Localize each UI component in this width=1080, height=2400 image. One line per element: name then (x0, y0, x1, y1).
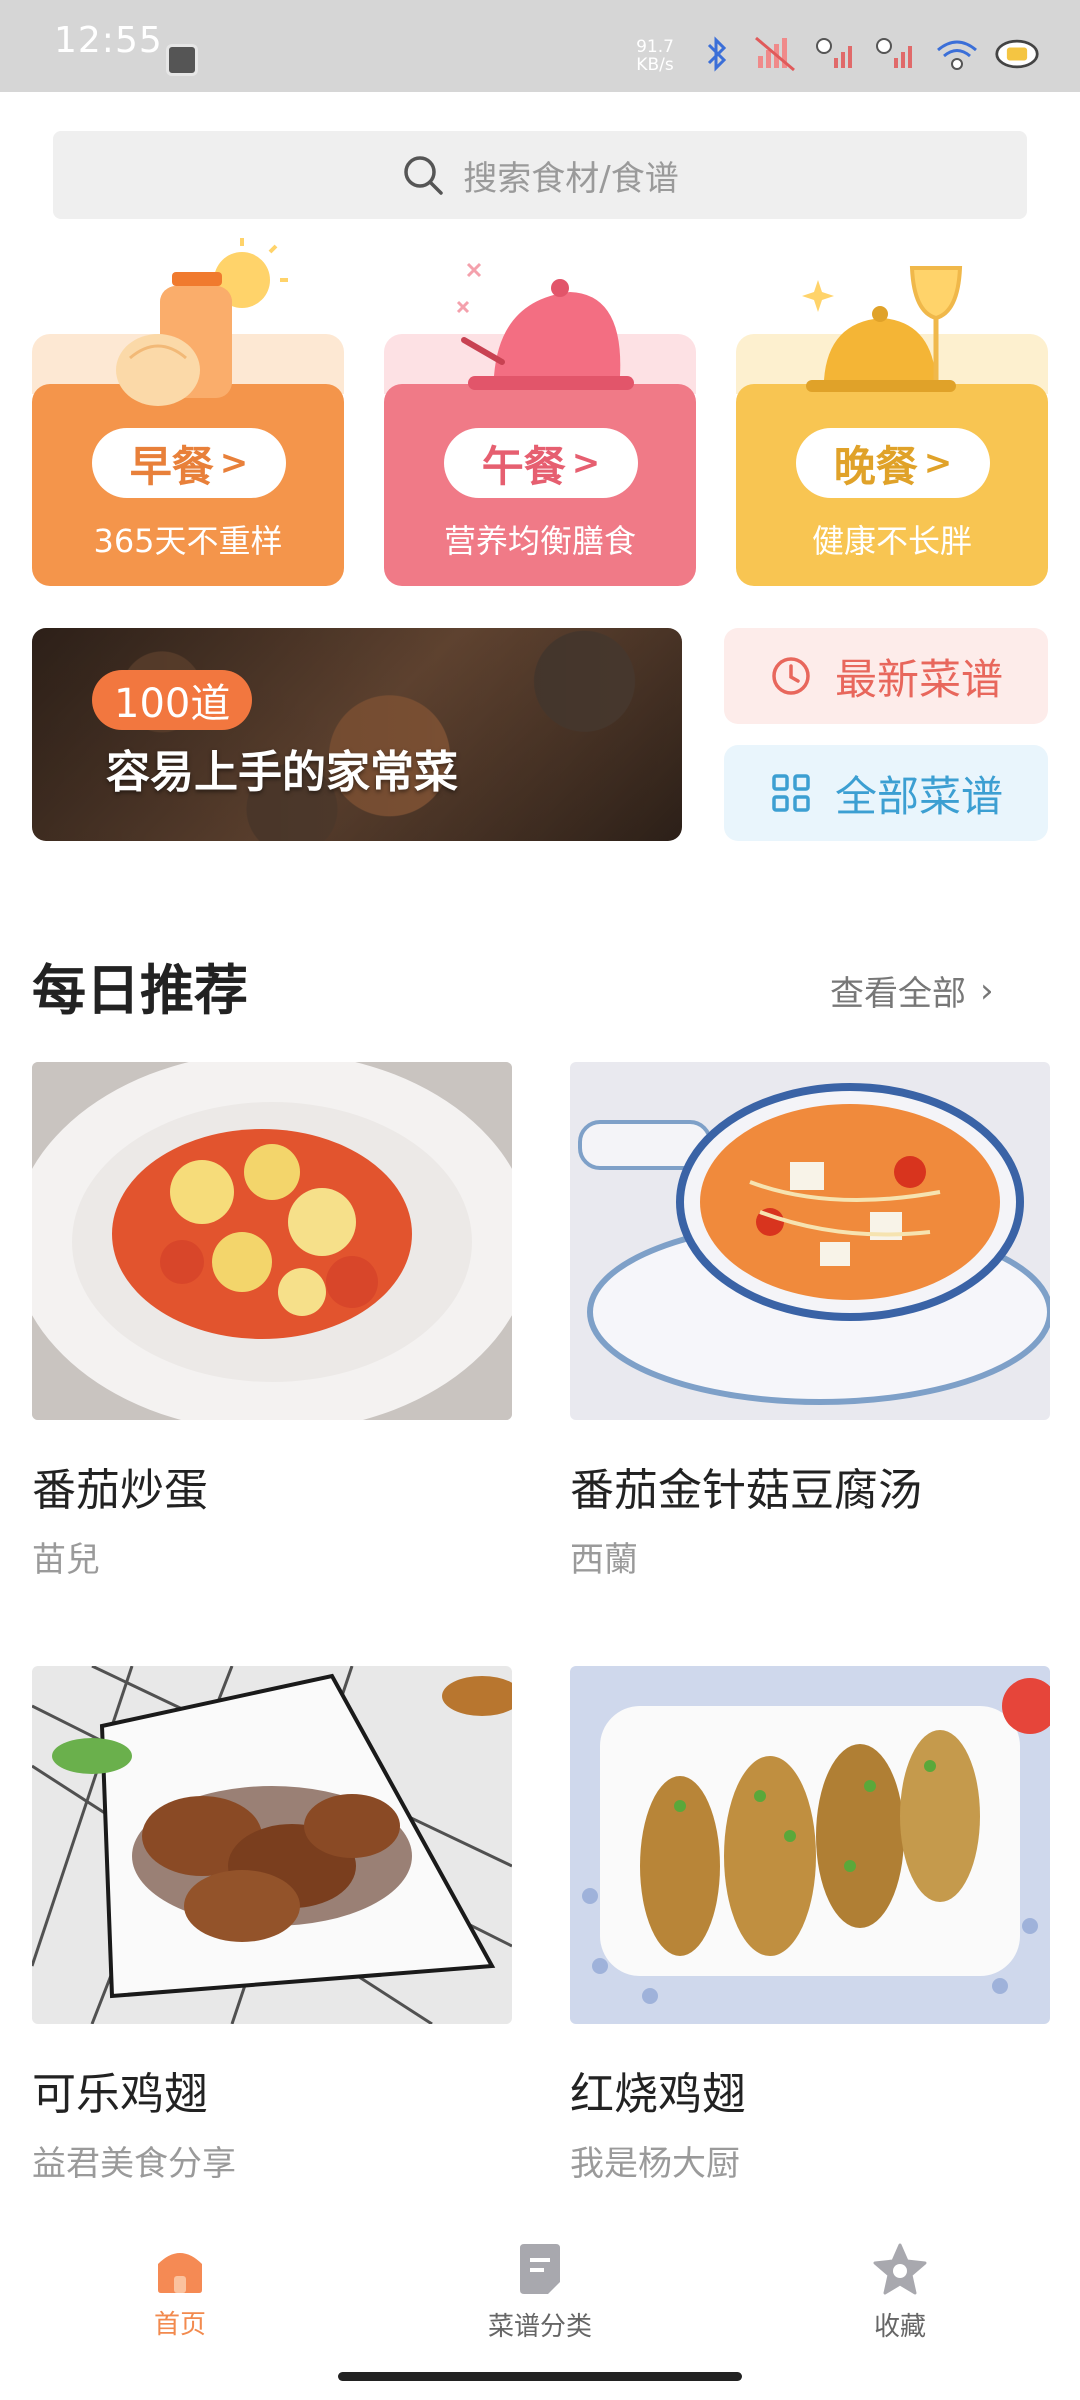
status-time: 12:55 (54, 20, 163, 61)
grid-icon (772, 774, 810, 812)
lunch-subtitle: 营养均衡膳食 (443, 522, 636, 560)
banner-overlay (32, 628, 682, 841)
chevron-right-icon: > (571, 443, 601, 483)
network-speed-value: 91.7 (636, 37, 674, 57)
signal-strength-2-icon (874, 34, 920, 74)
network-speed-unit: KB/s (636, 55, 674, 75)
breakfast-button[interactable]: 早餐 > (92, 428, 286, 498)
dinner-illustration (802, 266, 963, 392)
clock-icon (772, 657, 810, 695)
recipe-name: 可乐鸡翅 (32, 2069, 208, 2120)
recipe-book-icon (520, 2244, 560, 2294)
notification-app-icon (166, 44, 198, 76)
search-icon (404, 156, 444, 195)
lunch-illustration (456, 262, 634, 390)
breakfast-label: 早餐 (129, 441, 214, 491)
star-icon (873, 2243, 927, 2295)
signal-strength-icon (814, 34, 860, 74)
recipe-author: 苗兒 (32, 1540, 100, 1580)
recipe-author: 西蘭 (570, 1540, 638, 1580)
chevron-right-icon: > (923, 443, 953, 483)
recipe-name: 番茄金针菇豆腐汤 (570, 1465, 922, 1516)
dinner-button[interactable]: 晚餐 > (796, 428, 990, 498)
nav-home-label: 首页 (153, 2310, 206, 2340)
all-recipes-label: 全部菜谱 (834, 771, 1003, 821)
status-bar: 12:55 91.7 KB/s (0, 0, 1080, 92)
recipe-author: 我是杨大厨 (570, 2144, 740, 2184)
breakfast-illustration (116, 238, 288, 406)
dinner-label: 晚餐 (833, 441, 918, 491)
search-bar[interactable]: 搜索食材/食谱 (53, 131, 1027, 219)
recipe-photo-tomato-egg (32, 1062, 512, 1420)
view-all-link[interactable]: 查看全部 › (830, 966, 994, 1015)
recipe-name: 番茄炒蛋 (32, 1465, 208, 1516)
chevron-right-icon: › (980, 970, 994, 1011)
banner-title: 容易上手的家常菜 (106, 747, 458, 798)
banner-badge: 100道 (92, 670, 253, 730)
dinner-subtitle: 健康不长胖 (811, 522, 972, 560)
breakfast-card[interactable]: 早餐 > 365天不重样 (32, 230, 344, 586)
breakfast-subtitle: 365天不重样 (93, 522, 283, 560)
home-icon (158, 2253, 202, 2293)
battery-icon (994, 34, 1040, 74)
view-all-label: 查看全部 (830, 974, 966, 1014)
lunch-card[interactable]: 午餐 > 营养均衡膳食 (384, 230, 696, 586)
wifi-icon (934, 34, 980, 74)
latest-recipes-label: 最新菜谱 (834, 654, 1003, 704)
bottom-nav: 首页 菜谱分类 收藏 (0, 2200, 1080, 2400)
bluetooth-icon (694, 34, 740, 74)
all-recipes-button[interactable]: 全部菜谱 (724, 745, 1048, 841)
recipe-card[interactable]: 红烧鸡翅 我是杨大厨 (570, 1666, 1050, 2184)
no-signal-icon (754, 34, 800, 74)
chevron-right-icon: > (219, 443, 249, 483)
nav-favorites-label: 收藏 (873, 2312, 926, 2342)
recipe-card[interactable]: 番茄金针菇豆腐汤 西蘭 (570, 1062, 1050, 1580)
nav-categories[interactable]: 菜谱分类 (440, 2242, 640, 2343)
dinner-card[interactable]: 晚餐 > 健康不长胖 (736, 230, 1048, 586)
home-cooking-banner[interactable]: 100道 容易上手的家常菜 (32, 628, 682, 841)
recipe-card[interactable]: 番茄炒蛋 苗兒 (32, 1062, 512, 1580)
search-placeholder: 搜索食材/食谱 (463, 158, 679, 199)
lunch-label: 午餐 (481, 441, 566, 491)
nav-favorites[interactable]: 收藏 (800, 2242, 1000, 2343)
recipe-card[interactable]: 可乐鸡翅 益君美食分享 (32, 1666, 512, 2184)
home-indicator (338, 2372, 742, 2381)
daily-recommend-title: 每日推荐 (32, 959, 248, 1022)
recipe-photo-tomato-tofu-soup (570, 1062, 1050, 1420)
lunch-button[interactable]: 午餐 > (444, 428, 638, 498)
recipe-author: 益君美食分享 (32, 2144, 236, 2184)
recipe-photo-braised-wings (570, 1666, 1050, 2024)
nav-home[interactable]: 首页 (80, 2242, 280, 2341)
network-speed: 91.7 KB/s (632, 38, 678, 74)
recipe-photo-cola-wings (32, 1666, 512, 2024)
recipe-name: 红烧鸡翅 (570, 2069, 746, 2120)
latest-recipes-button[interactable]: 最新菜谱 (724, 628, 1048, 724)
nav-categories-label: 菜谱分类 (487, 2312, 592, 2342)
